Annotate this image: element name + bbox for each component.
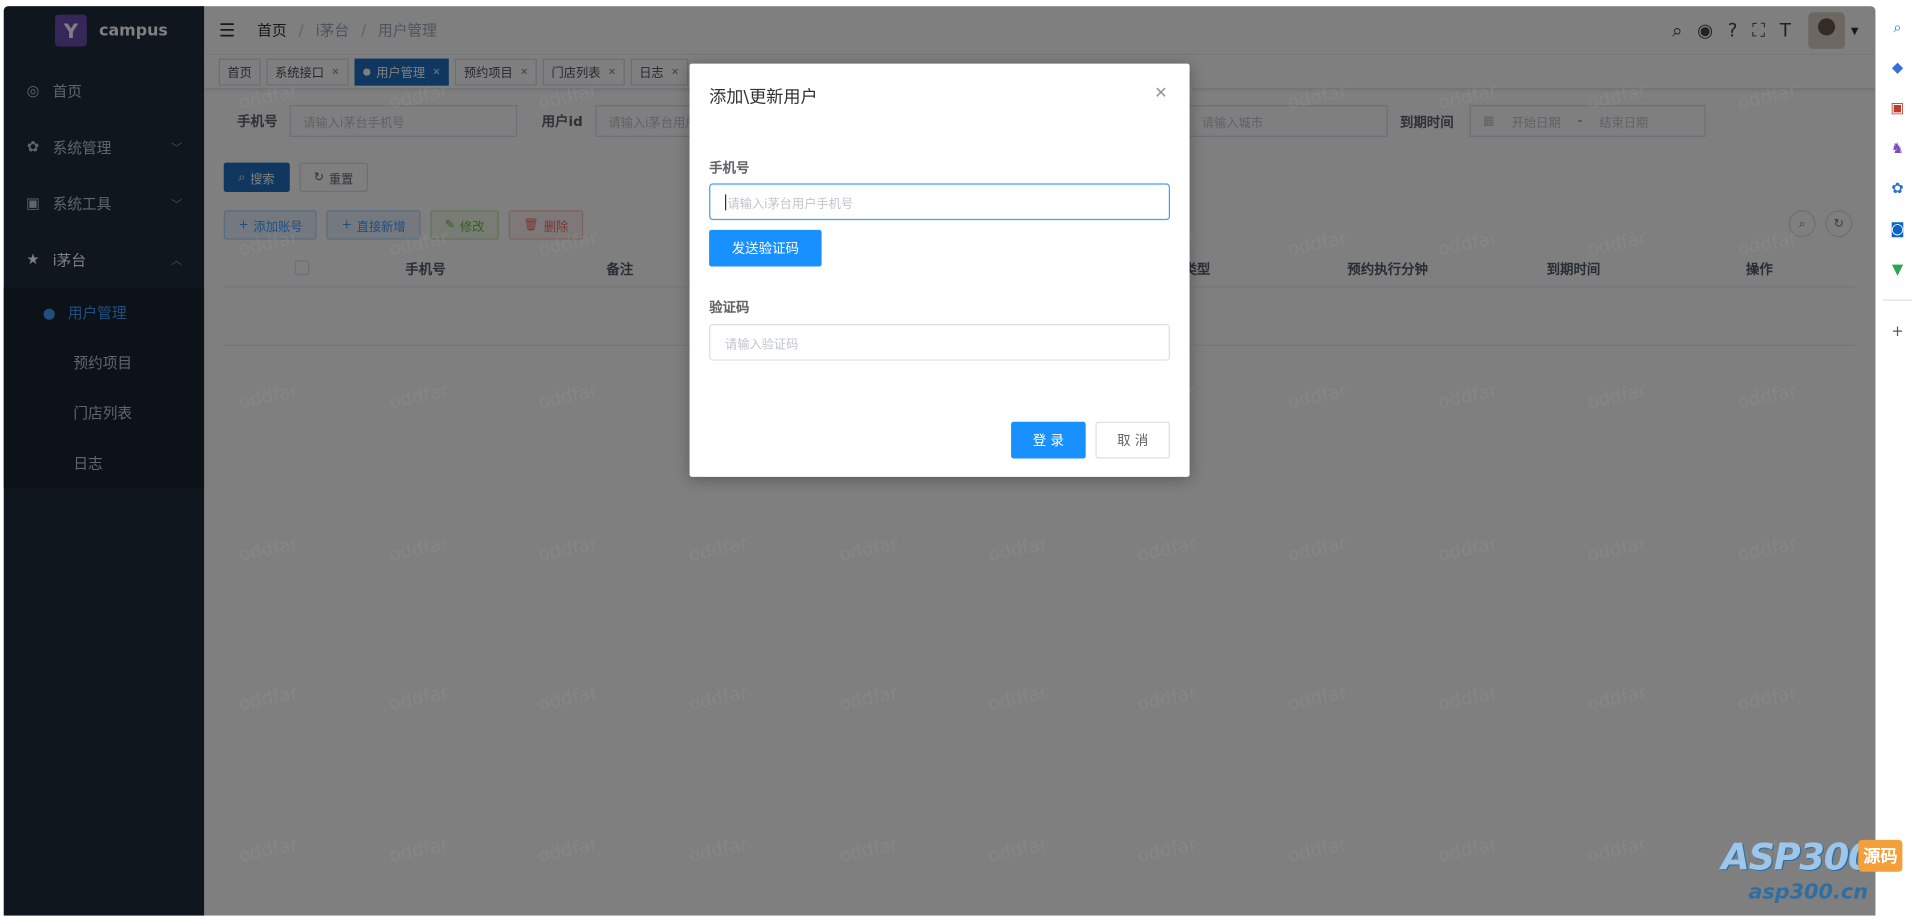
login-button[interactable]: 登 录 (1011, 421, 1086, 459)
verification-code-input[interactable]: 请输入验证码 (709, 323, 1171, 361)
badge-logo-text: ASP300 (1721, 836, 1873, 880)
drop-icon[interactable]: ▼ (1888, 259, 1908, 279)
phone-label: 手机号 (709, 160, 750, 177)
tag-icon[interactable]: ◆ (1888, 57, 1908, 77)
close-icon[interactable]: ✕ (1154, 84, 1167, 102)
briefcase-icon[interactable]: ▣ (1888, 98, 1908, 118)
outlook-icon[interactable]: ◙ (1888, 219, 1908, 239)
phone-input[interactable]: 请输入i茅台用户手机号 (709, 183, 1171, 221)
code-label: 验证码 (709, 299, 750, 316)
watermark-badge: ASP300 源码 asp300.cn (1719, 836, 1915, 912)
rail-divider (1882, 299, 1913, 301)
badge-tag: 源码 (1858, 839, 1903, 872)
chess-icon[interactable]: ♞ (1888, 138, 1908, 158)
search-icon[interactable]: ⌕ (1888, 17, 1908, 37)
dialog-title: 添加\更新用户 (709, 88, 818, 108)
copilot-icon[interactable]: ✿ (1888, 178, 1908, 198)
send-code-button[interactable]: 发送验证码 (709, 229, 822, 267)
add-update-user-dialog: 添加\更新用户 ✕ 手机号 请输入i茅台用户手机号 发送验证码 验证码 请输入验… (689, 63, 1190, 477)
badge-domain: asp300.cn (1748, 880, 1868, 905)
text-cursor (725, 193, 727, 210)
plus-icon[interactable]: + (1888, 322, 1908, 342)
phone-placeholder: 请输入i茅台用户手机号 (727, 197, 854, 211)
cancel-button[interactable]: 取 消 (1095, 421, 1171, 459)
browser-side-rail: ⌕ ◆ ▣ ♞ ✿ ◙ ▼ + (1877, 0, 1917, 916)
